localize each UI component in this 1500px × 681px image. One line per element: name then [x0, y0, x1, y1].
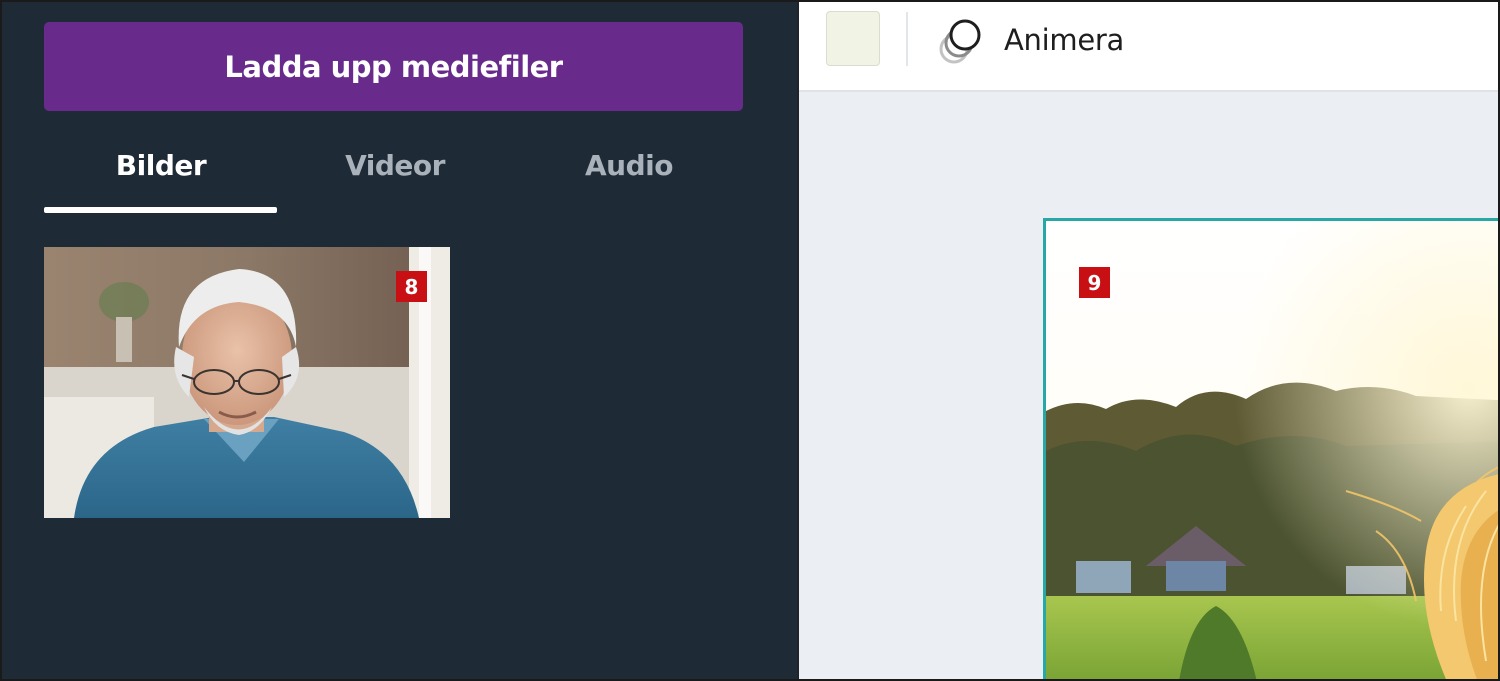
tab-audio-label: Audio — [585, 149, 673, 182]
tab-videos-label: Videor — [345, 149, 445, 182]
animate-label: Animera — [1004, 23, 1124, 57]
upload-media-button[interactable]: Ladda upp mediefiler — [44, 22, 743, 111]
background-color-swatch[interactable] — [826, 11, 880, 66]
toolbar-divider — [906, 12, 908, 66]
media-tabs: Bilder Videor Audio — [44, 132, 747, 216]
active-tab-indicator — [44, 207, 277, 213]
media-badge: 8 — [396, 271, 427, 302]
design-canvas[interactable]: 9 — [1043, 218, 1498, 679]
portrait-photo — [44, 247, 450, 518]
animate-icon — [939, 19, 981, 64]
media-panel: Ladda upp mediefiler Bilder Videor Audio — [2, 2, 797, 679]
canvas-badge: 9 — [1079, 267, 1110, 298]
tab-images-label: Bilder — [115, 149, 207, 182]
image-thumbnail[interactable]: 8 — [44, 247, 450, 518]
app-window: Ladda upp mediefiler Bilder Videor Audio — [0, 0, 1500, 681]
canvas-photo — [1046, 221, 1498, 679]
tab-images[interactable]: Bilder — [44, 132, 278, 214]
animate-button[interactable]: Animera — [937, 14, 1157, 66]
editor-toolbar: Animera — [799, 2, 1498, 92]
tab-audio[interactable]: Audio — [512, 132, 746, 214]
tab-videos[interactable]: Videor — [278, 132, 512, 214]
editor-workspace: Animera 9 — [797, 2, 1498, 679]
